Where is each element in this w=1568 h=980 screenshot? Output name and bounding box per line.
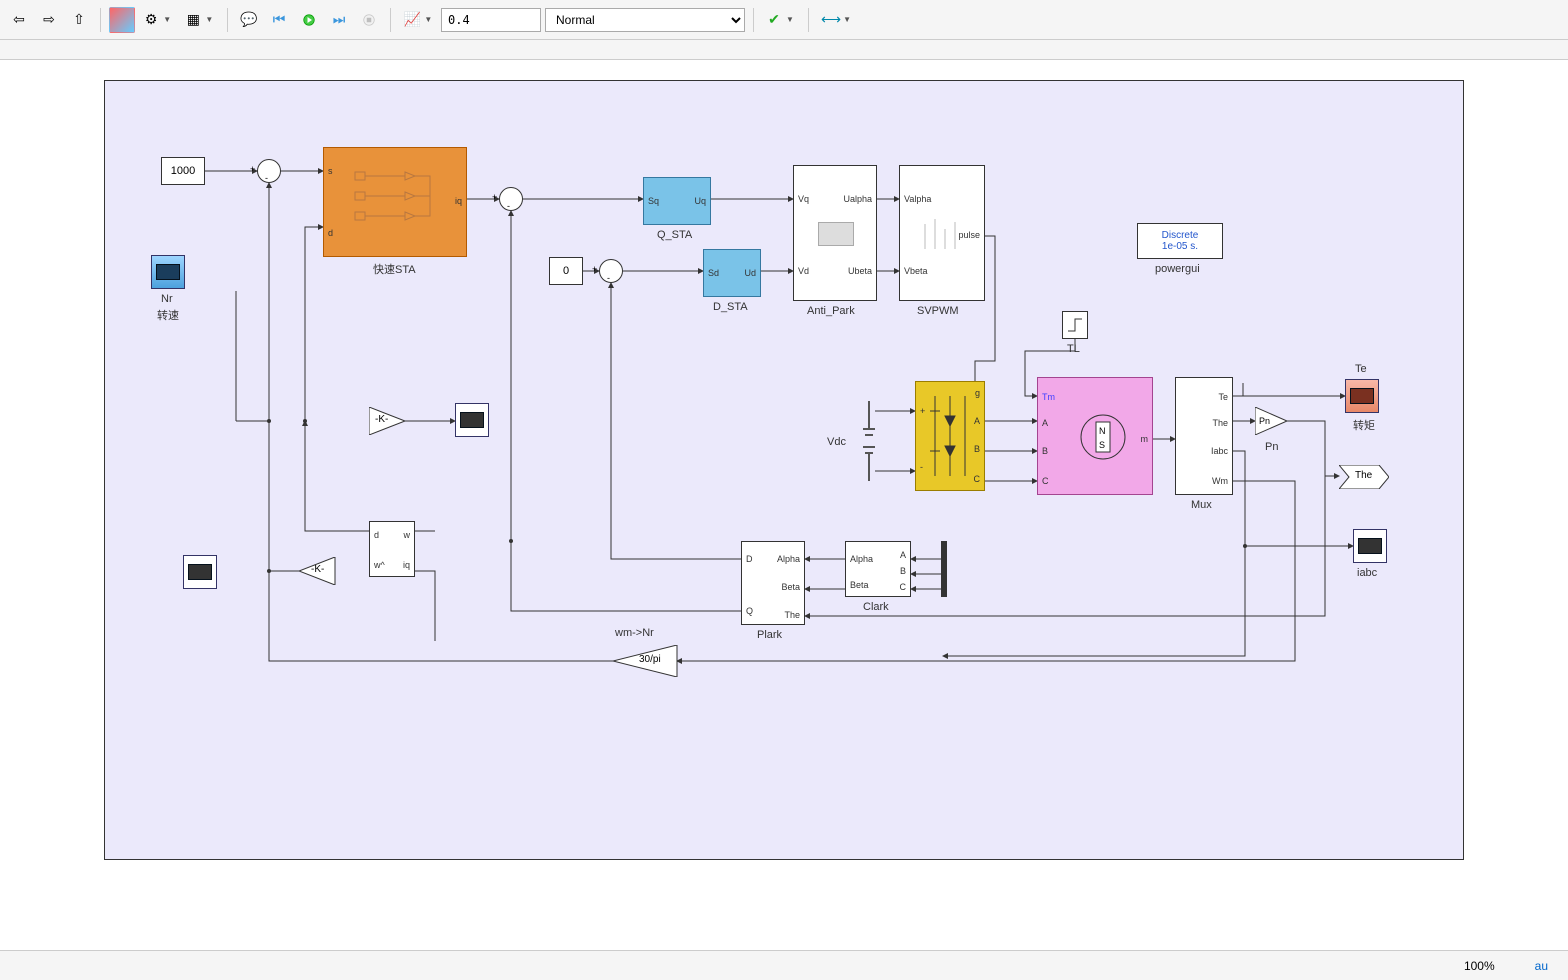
mux-block[interactable]: Te The Iabc Wm [1175,377,1233,495]
sum-iq[interactable]: + - [499,187,523,211]
mux-label: Mux [1191,499,1212,511]
model-canvas[interactable]: 1000 + - s d iq 快速STA + - 0 [104,80,1464,860]
constant-0[interactable]: 0 [549,257,583,285]
tune-button[interactable]: ⟷▼ [817,7,855,33]
plark-label: Plark [757,629,782,641]
nr-sublabel: 转速 [157,307,179,323]
zoom-label: 100% [1464,959,1495,973]
q-sta-label: Q_STA [657,229,692,241]
tl-step-block[interactable] [1062,311,1088,339]
anti-park-block[interactable]: Vq Vd Ualpha Ubeta [793,165,877,301]
pn-label: Pn [1265,441,1278,453]
svpwm-label: SVPWM [917,305,959,317]
q-sta-block[interactable]: Sq Uq [643,177,711,225]
svg-text:S: S [1099,440,1105,450]
constant-0-value: 0 [563,265,569,277]
wm-nr-label: wm->Nr [615,627,654,639]
iabc-scope[interactable] [1353,529,1387,563]
gain-k2-block[interactable]: -K- [299,557,339,588]
pmsm-block[interactable]: Tm A B C m NS [1037,377,1153,495]
check-model-button[interactable]: ✔ ▼ [762,7,800,33]
observer-scope-2[interactable] [183,555,217,589]
annotate-button[interactable]: 💬 [236,7,262,33]
wiring-overlay [105,81,1463,859]
tl-label: TL [1067,343,1080,355]
nr-scope[interactable] [151,255,185,289]
bus-selector[interactable] [941,541,947,597]
anti-park-label: Anti_Park [807,305,855,317]
d-sta-block[interactable]: Sd Ud [703,249,761,297]
clark-block[interactable]: Alpha Beta A B C [845,541,911,597]
te-sublabel: 转矩 [1353,417,1375,433]
model-canvas-viewport[interactable]: 1000 + - s d iq 快速STA + - 0 [0,60,1568,950]
fast-sta-label: 快速STA [373,261,416,277]
powergui-block[interactable]: Discrete 1e-05 s. [1137,223,1223,259]
status-bar: 100% au [0,950,1568,980]
step-forward-button[interactable]: ⏭ [326,7,352,33]
gain-k1-block[interactable]: -K- [369,407,409,438]
te-scope[interactable] [1345,379,1379,413]
stop-time-input[interactable] [441,8,541,32]
pn-gain-block[interactable]: Pn [1255,407,1291,438]
fast-sta-block[interactable]: s d iq [323,147,467,257]
svpwm-block[interactable]: Valpha Vbeta pulse [899,165,985,301]
te-label: Te [1355,363,1367,375]
sum-id[interactable]: + - [599,259,623,283]
library-browser-button[interactable] [109,7,135,33]
step-back-button[interactable]: ⏮ [266,7,292,33]
vdc-label: Vdc [827,436,846,448]
constant-1000[interactable]: 1000 [161,157,205,185]
the-goto-block[interactable]: The [1339,465,1389,492]
stop-button[interactable] [356,7,382,33]
inverter-block[interactable]: g A B C + - [915,381,985,491]
svg-text:Pn: Pn [1259,416,1270,426]
clark-label: Clark [863,601,889,613]
observer-scope-1[interactable] [455,403,489,437]
powergui-label: powergui [1155,263,1200,275]
signal-log-button[interactable]: 📈 ▼ [399,7,437,33]
model-explorer-button[interactable]: ▦ ▼ [181,7,219,33]
gain-30pi-block[interactable]: 30/pi [613,645,679,680]
solver-label: au [1535,959,1548,973]
dc-source-block[interactable] [863,401,875,481]
back-button[interactable]: ⇦ [6,7,32,33]
secondary-bar [0,40,1568,60]
main-toolbar[interactable]: ⇦ ⇨ ⇧ ⚙ ▼ ▦ ▼ 💬 ⏮ ⏭ 📈 ▼ Normal ✔ ▼ ⟷▼ [0,0,1568,40]
observer-block[interactable]: d w^ w iq [369,521,415,577]
nr-label: Nr [161,293,173,305]
up-button[interactable]: ⇧ [66,7,92,33]
config-button[interactable]: ⚙ ▼ [139,7,177,33]
sim-mode-select[interactable]: Normal [545,8,745,32]
iabc-label: iabc [1357,567,1377,579]
plark-block[interactable]: Alpha Beta The D Q [741,541,805,625]
constant-value: 1000 [171,165,195,177]
d-sta-label: D_STA [713,301,748,313]
forward-button[interactable]: ⇨ [36,7,62,33]
svg-text:N: N [1099,426,1106,436]
run-button[interactable] [296,7,322,33]
sum-speed[interactable]: + - [257,159,281,183]
